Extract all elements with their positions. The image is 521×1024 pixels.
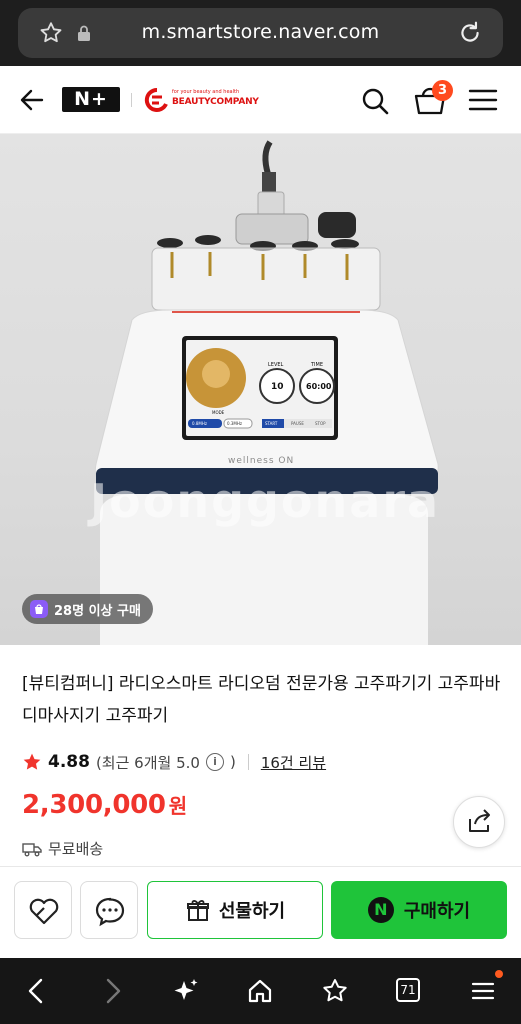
- cart-count-badge: 3: [432, 80, 453, 101]
- shopping-bag-icon: [30, 600, 48, 618]
- divider: [131, 93, 132, 107]
- url-bar[interactable]: m.smartstore.naver.com: [18, 8, 503, 58]
- ai-sparkle-icon[interactable]: [171, 976, 201, 1006]
- product-image[interactable]: LEVEL 10 TIME 60:00 MODE 0.8MHz 0.3MHz S…: [0, 134, 521, 645]
- rating-value: 4.88: [48, 752, 90, 772]
- rating-paren: ): [229, 753, 236, 771]
- screen-mode-1: 0.8MHz: [192, 421, 207, 426]
- screen-pause: PAUSE: [291, 421, 304, 426]
- gift-icon: [186, 900, 209, 921]
- naver-plus-logo[interactable]: N+: [62, 87, 120, 112]
- product-title: [뷰티컴퍼니] 라디오스마트 라디오덤 전문가용 고주파기기 고주파바디마사지기…: [22, 674, 501, 726]
- browser-menu-icon[interactable]: [468, 976, 498, 1006]
- screen-level-value: 10: [271, 382, 284, 392]
- wishlist-button[interactable]: [14, 881, 72, 939]
- screen-start: START: [265, 421, 278, 426]
- shipping-text: 무료배송: [48, 840, 104, 858]
- star-icon: [23, 753, 41, 770]
- screen-mode-2: 0.3MHz: [227, 421, 242, 426]
- shipping-row: 무료배송: [22, 838, 103, 859]
- bookmarks-star-icon[interactable]: [320, 976, 350, 1006]
- notification-dot: [495, 970, 503, 978]
- search-icon[interactable]: [360, 86, 390, 116]
- share-button[interactable]: [453, 796, 505, 848]
- hamburger-menu-icon[interactable]: [468, 88, 498, 112]
- brand-tagline: for your beauty and health: [172, 89, 240, 95]
- watermark: Joonggonara: [90, 474, 441, 528]
- buyers-count-badge: 28명 이상 구매: [22, 594, 153, 624]
- buy-label: 구매하기: [403, 901, 471, 922]
- home-icon[interactable]: [245, 976, 275, 1006]
- share-icon: [469, 809, 490, 832]
- back-arrow-icon[interactable]: [18, 86, 46, 114]
- screen-mode-label: MODE: [212, 410, 225, 415]
- screen-stop: STOP: [315, 421, 326, 426]
- chat-bubble-icon: [95, 897, 125, 927]
- device-brand-label: wellness ON: [228, 456, 295, 466]
- heart-icon: [29, 898, 59, 925]
- browser-back-icon[interactable]: [22, 976, 52, 1006]
- reload-icon[interactable]: [457, 20, 483, 46]
- review-count-link[interactable]: 16건 리뷰: [261, 752, 326, 773]
- browser-bottom-nav: [0, 958, 521, 1024]
- url-text[interactable]: m.smartstore.naver.com: [18, 21, 503, 43]
- brand-name[interactable]: BEAUTYCOMPANY: [172, 97, 259, 107]
- buy-button[interactable]: N 구매하기: [331, 881, 507, 939]
- browser-top-bar: m.smartstore.naver.com: [0, 0, 521, 66]
- info-icon[interactable]: i: [205, 753, 224, 771]
- screen-time-label: TIME: [311, 362, 324, 368]
- divider: [247, 754, 249, 770]
- price: 2,300,000: [22, 790, 166, 820]
- rating-row: 4.88 (최근 6개월 5.0 i ) 16건 리뷰: [22, 750, 326, 774]
- talk-chat-button[interactable]: [80, 881, 138, 939]
- price-unit: 원: [168, 794, 188, 818]
- device-illustration: [94, 140, 439, 645]
- rating-detail: (최근 6개월 5.0: [95, 753, 200, 772]
- truck-icon: [22, 842, 42, 856]
- price-row: 2,300,000 원: [22, 790, 187, 820]
- browser-forward-icon[interactable]: [97, 976, 127, 1006]
- purchase-action-bar: 선물하기 N 구매하기: [0, 866, 521, 958]
- buyers-count-text: 28명 이상 구매: [54, 603, 141, 619]
- gift-label: 선물하기: [218, 901, 286, 922]
- page: m.smartstore.naver.com N+ for your beaut…: [0, 0, 521, 1024]
- gift-button[interactable]: 선물하기: [147, 881, 323, 939]
- naver-pay-icon: N: [367, 897, 394, 923]
- tab-count-icon[interactable]: 71: [396, 978, 420, 1002]
- screen-level-label: LEVEL: [268, 362, 284, 368]
- screen-time-value: 60:00: [306, 382, 332, 391]
